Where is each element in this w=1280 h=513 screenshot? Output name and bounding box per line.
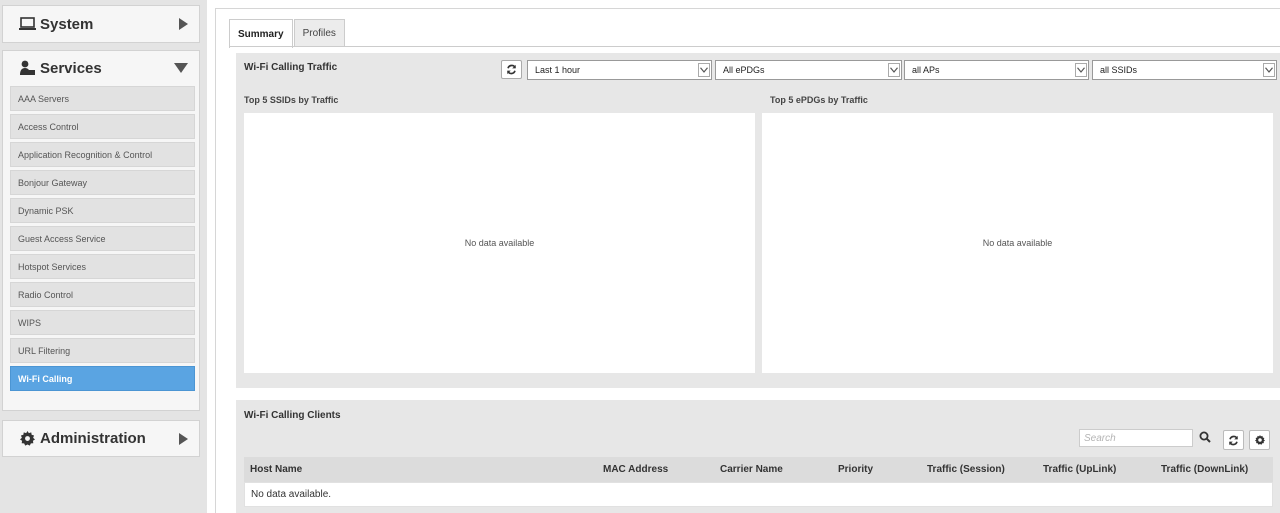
ap-value: all APs	[912, 65, 940, 75]
sidebar-item-wifi-calling[interactable]: Wi-Fi Calling	[10, 366, 195, 391]
epdg-chart: No data available	[762, 113, 1273, 373]
tab-summary[interactable]: Summary	[229, 19, 293, 48]
time-range-value: Last 1 hour	[535, 65, 581, 75]
sidebar-item-dynamic-psk[interactable]: Dynamic PSK	[10, 198, 195, 223]
laptop-icon	[18, 16, 36, 32]
search-icon[interactable]	[1199, 431, 1213, 445]
epdg-chart-empty-text: No data available	[982, 238, 1053, 248]
ap-select[interactable]: all APs	[904, 60, 1089, 80]
tab-bar: Summary Profiles	[229, 19, 346, 48]
sidebar: System Services AAA Servers Access Contr…	[0, 0, 207, 513]
tab-profiles[interactable]: Profiles	[293, 19, 345, 47]
clients-empty-row: No data available.	[244, 482, 1273, 507]
sidebar-section-label: Services	[40, 59, 102, 77]
sidebar-section-services[interactable]: Services	[2, 50, 200, 85]
clients-title: Wi-Fi Calling Clients	[244, 410, 341, 421]
traffic-refresh-button[interactable]	[501, 60, 522, 79]
column-host-name[interactable]: Host Name	[250, 457, 302, 482]
sidebar-item-bonjour-gateway[interactable]: Bonjour Gateway	[10, 170, 195, 195]
sidebar-item-url-filtering[interactable]: URL Filtering	[10, 338, 195, 363]
ssid-value: all SSIDs	[1100, 65, 1138, 75]
sidebar-item-guest-access[interactable]: Guest Access Service	[10, 226, 195, 251]
sidebar-item-hotspot-services[interactable]: Hotspot Services	[10, 254, 195, 279]
sidebar-item-access-control[interactable]: Access Control	[10, 114, 195, 139]
chevron-down-icon	[1263, 63, 1275, 77]
column-traffic-downlink[interactable]: Traffic (DownLink)	[1161, 457, 1248, 482]
time-range-select[interactable]: Last 1 hour	[527, 60, 712, 80]
refresh-icon	[507, 64, 516, 75]
clients-settings-button[interactable]	[1249, 430, 1270, 450]
sidebar-section-system[interactable]: System	[2, 5, 200, 43]
clients-search-input[interactable]	[1084, 432, 1192, 444]
refresh-icon	[1229, 435, 1238, 445]
sidebar-item-wips[interactable]: WIPS	[10, 310, 195, 335]
epdg-value: All ePDGs	[723, 65, 765, 75]
epdg-chart-title: Top 5 ePDGs by Traffic	[770, 95, 868, 105]
chevron-down-icon	[888, 63, 900, 77]
sidebar-item-application-recognition[interactable]: Application Recognition & Control	[10, 142, 195, 167]
sidebar-section-label: System	[40, 15, 94, 33]
sidebar-item-aaa-servers[interactable]: AAA Servers	[10, 86, 195, 111]
services-icon	[18, 60, 36, 76]
column-carrier-name[interactable]: Carrier Name	[720, 457, 783, 482]
ssid-chart-title: Top 5 SSIDs by Traffic	[244, 95, 339, 105]
chevron-down-icon	[698, 63, 710, 77]
sidebar-section-administration[interactable]: Administration	[2, 420, 200, 457]
chevron-down-icon	[1075, 63, 1087, 77]
ssid-chart: No data available	[244, 113, 755, 373]
sidebar-section-label: Administration	[40, 430, 146, 447]
services-submenu: AAA Servers Access Control Application R…	[2, 84, 200, 411]
tab-divider	[229, 46, 1280, 47]
traffic-panel-title: Wi-Fi Calling Traffic	[244, 62, 338, 73]
chevron-down-icon	[174, 62, 188, 74]
chevron-right-icon	[177, 18, 189, 30]
column-traffic-session[interactable]: Traffic (Session)	[927, 457, 1005, 482]
gear-icon	[18, 431, 36, 447]
column-traffic-uplink[interactable]: Traffic (UpLink)	[1043, 457, 1116, 482]
sidebar-item-radio-control[interactable]: Radio Control	[10, 282, 195, 307]
clients-table-header: Host Name MAC Address Carrier Name Prior…	[244, 457, 1273, 482]
clients-empty-text: No data available.	[251, 489, 332, 500]
column-priority[interactable]: Priority	[838, 457, 873, 482]
column-mac-address[interactable]: MAC Address	[603, 457, 668, 482]
epdg-select[interactable]: All ePDGs	[715, 60, 902, 80]
chevron-right-icon	[177, 432, 189, 445]
ssid-chart-empty-text: No data available	[464, 238, 535, 248]
ssid-select[interactable]: all SSIDs	[1092, 60, 1277, 80]
clients-search-field[interactable]	[1079, 429, 1193, 447]
gear-icon	[1254, 435, 1265, 445]
clients-refresh-button[interactable]	[1223, 430, 1244, 450]
